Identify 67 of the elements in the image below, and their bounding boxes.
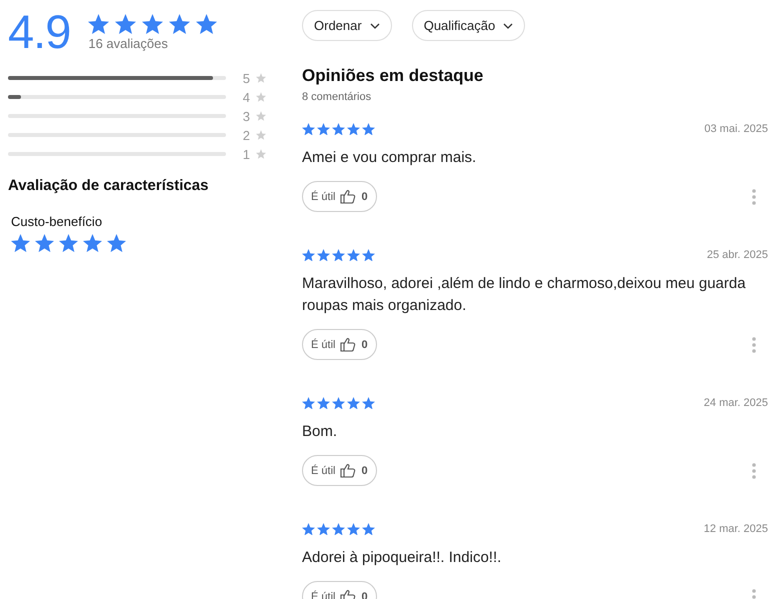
star-icon <box>332 396 345 410</box>
review-date: 24 mar. 2025 <box>704 397 768 409</box>
more-options-icon[interactable] <box>752 462 756 478</box>
star-icon <box>142 14 164 34</box>
star-icon <box>35 234 54 252</box>
review-date: 03 mai. 2025 <box>704 123 768 135</box>
chevron-down-icon <box>370 22 380 28</box>
more-options-icon[interactable] <box>752 188 756 204</box>
star-icon <box>302 522 315 536</box>
star-icon <box>256 130 266 140</box>
star-level: 4 <box>242 90 250 104</box>
star-level: 2 <box>242 128 250 142</box>
star-icon <box>317 396 330 410</box>
review-text: Adorei à pipoqueira!!. Indico!!. <box>302 548 502 568</box>
star-icon <box>362 522 375 536</box>
star-icon <box>317 122 330 136</box>
helpful-button[interactable]: É útil 0 <box>302 329 377 360</box>
review-count: 16 avaliações <box>88 36 169 51</box>
chevron-down-icon <box>503 22 514 28</box>
average-rating: 4.9 <box>8 7 70 57</box>
star-icon <box>59 234 78 252</box>
star-icon <box>196 14 218 34</box>
star-icon <box>317 522 330 536</box>
star-icon <box>107 234 126 252</box>
star-icon <box>362 248 375 262</box>
thumbs-up-icon <box>340 189 356 204</box>
review-date: 12 mar. 2025 <box>704 523 768 535</box>
star-icon <box>302 248 315 262</box>
star-icon <box>11 234 30 252</box>
review-date: 25 abr. 2025 <box>706 249 768 261</box>
star-level: 3 <box>242 108 250 124</box>
star-icon <box>347 122 360 136</box>
section-title: Opiniões em destaque <box>302 66 484 86</box>
thumbs-up-icon <box>340 463 356 478</box>
star-icon <box>302 122 315 136</box>
comment-count: 8 comentários <box>302 91 372 103</box>
star-icon <box>302 396 315 410</box>
thumbs-up-icon <box>340 337 356 352</box>
star-icon <box>347 396 360 410</box>
star-icon <box>256 149 266 159</box>
star-icon <box>256 92 266 102</box>
review-text: Amei e vou comprar mais. <box>302 148 478 168</box>
star-icon <box>115 14 136 34</box>
filter-dropdown[interactable]: Ordenar <box>302 10 392 41</box>
star-icon <box>332 248 345 262</box>
star-icon <box>362 122 375 136</box>
star-icon <box>347 248 360 262</box>
star-icon <box>169 14 190 34</box>
star-level: 5 <box>242 70 250 86</box>
section-title: Avaliação de características <box>8 177 210 194</box>
star-icon <box>256 73 266 83</box>
star-icon <box>256 111 266 121</box>
star-icon <box>362 396 375 410</box>
star-icon <box>347 522 360 536</box>
filter-dropdown[interactable]: Qualificação <box>412 10 526 41</box>
star-icon <box>332 122 345 136</box>
characteristic-label: Custo-benefício <box>11 214 104 229</box>
star-level: 1 <box>242 146 250 162</box>
helpful-button[interactable]: É útil 0 <box>302 455 377 486</box>
star-icon <box>317 248 330 262</box>
star-icon <box>88 14 110 34</box>
review-text: Maravilhoso, adorei ,além de lindo e charmoso,deixou meu guarda roupas mais organizado. <box>302 274 747 316</box>
star-icon <box>332 522 345 536</box>
star-icon <box>83 234 102 252</box>
review-text: Bom. <box>302 422 338 442</box>
helpful-button[interactable]: É útil 0 <box>302 181 377 212</box>
more-options-icon[interactable] <box>752 336 756 352</box>
